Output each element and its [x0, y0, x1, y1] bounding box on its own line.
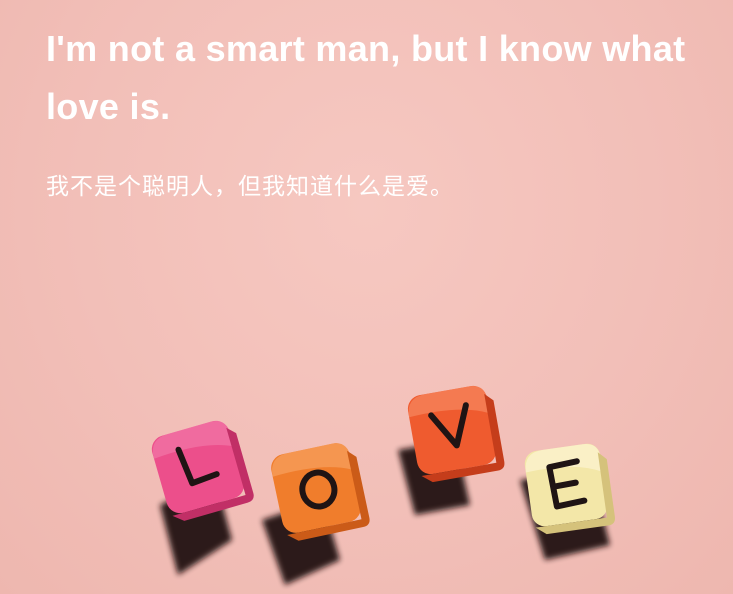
love-cubes-photo [151, 385, 615, 585]
photo-card: I'm not a smart man, but I know what lov… [0, 0, 733, 594]
cube-e [524, 443, 615, 535]
cube-v [407, 385, 505, 483]
